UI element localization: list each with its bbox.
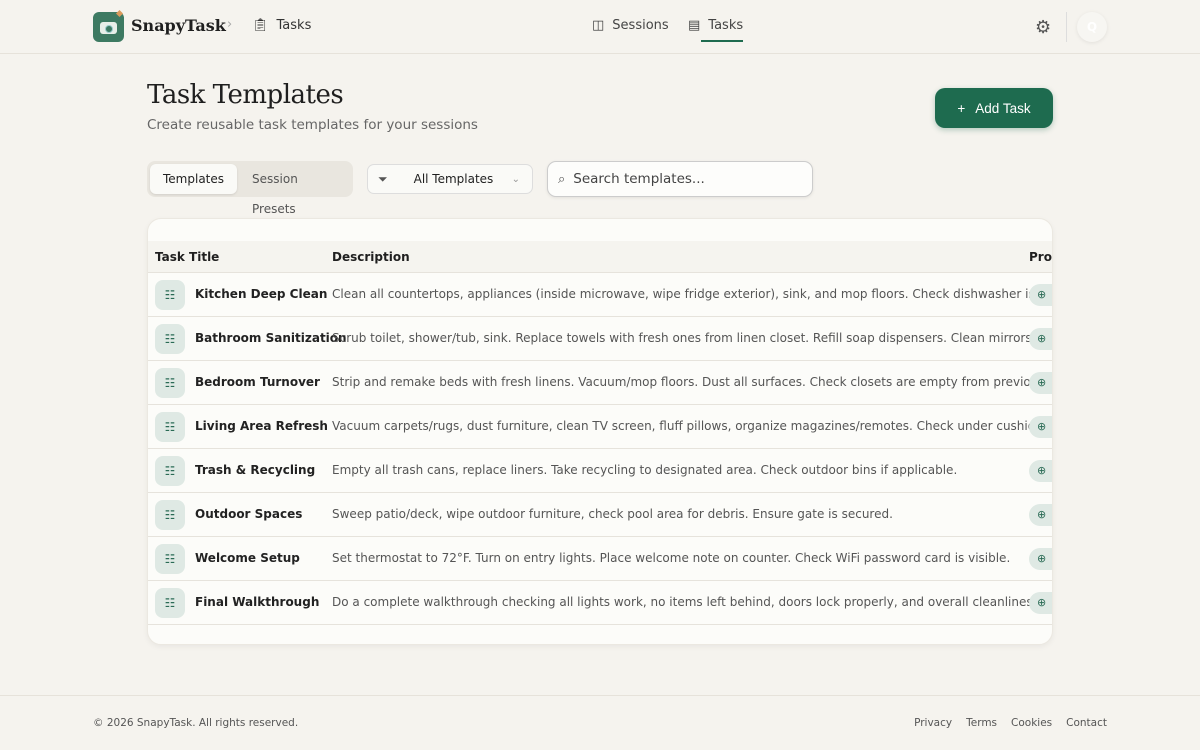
- tab-templates[interactable]: Templates: [150, 164, 237, 194]
- search-input[interactable]: [573, 171, 793, 187]
- task-title: Living Area Refresh: [195, 419, 328, 433]
- task-description: Sweep patio/deck, wipe outdoor furniture…: [332, 507, 893, 521]
- globe-icon[interactable]: ⊕: [1029, 548, 1053, 570]
- chevron-down-icon: ⌄: [512, 174, 520, 185]
- search-box: ⌕: [547, 161, 813, 197]
- globe-icon[interactable]: ⊕: [1029, 328, 1053, 350]
- task-description: Vacuum carpets/rugs, dust furniture, cle…: [332, 419, 1053, 433]
- table-row[interactable]: ☷ Kitchen Deep Clean Clean all counterto…: [148, 273, 1053, 317]
- page-subtitle: Create reusable task templates for your …: [147, 117, 478, 133]
- checklist-icon: ☷: [155, 324, 185, 354]
- table-row[interactable]: ☷ Living Area Refresh Vacuum carpets/rug…: [148, 405, 1053, 449]
- table-row[interactable]: ☷ Final Walkthrough Do a complete walkth…: [148, 581, 1053, 625]
- breadcrumb: 📋︎ Tasks: [252, 18, 311, 33]
- task-title: Kitchen Deep Clean: [195, 287, 327, 301]
- column-header[interactable]: Task Title: [155, 250, 219, 264]
- task-description: Strip and remake beds with fresh linens.…: [332, 375, 1053, 389]
- column-header[interactable]: Description: [332, 250, 410, 264]
- task-description: Clean all countertops, appliances (insid…: [332, 287, 1053, 301]
- task-title: Bathroom Sanitization: [195, 331, 347, 345]
- globe-icon[interactable]: ⊕: [1029, 504, 1053, 526]
- globe-icon[interactable]: ⊕: [1029, 592, 1053, 614]
- filter-icon: ⏷: [378, 172, 388, 187]
- checklist-icon: ☷: [155, 500, 185, 530]
- table-row[interactable]: ☷ Bathroom Sanitization Scrub toilet, sh…: [148, 317, 1053, 361]
- footer-link-contact[interactable]: Contact: [1066, 717, 1107, 729]
- search-icon: ⌕: [558, 172, 565, 187]
- task-title: Bedroom Turnover: [195, 375, 320, 389]
- filter-select[interactable]: ⏷ All Templates ⌄: [367, 164, 533, 194]
- clipboard-icon: ▤: [688, 18, 700, 33]
- task-title: Final Walkthrough: [195, 595, 319, 609]
- checklist-icon: ☷: [155, 456, 185, 486]
- add-task-label: Add Task: [975, 101, 1030, 116]
- task-title: Outdoor Spaces: [195, 507, 302, 521]
- nav-label: Tasks: [708, 18, 743, 33]
- task-title: Welcome Setup: [195, 551, 300, 565]
- table-row[interactable]: ☷ Bedroom Turnover Strip and remake beds…: [148, 361, 1053, 405]
- clipboard-icon: 📋︎: [252, 18, 269, 33]
- globe-icon[interactable]: ⊕: [1029, 372, 1053, 394]
- templates-table: Task Title Description Prop ☷ Kitchen De…: [147, 218, 1053, 645]
- nav-tasks[interactable]: ▤ Tasks: [688, 18, 743, 33]
- task-description: Scrub toilet, shower/tub, sink. Replace …: [332, 331, 1035, 345]
- footer-link-terms[interactable]: Terms: [966, 717, 997, 729]
- top-header: SnapyTask › 📋︎ Tasks ◫ Sessions ▤ Tasks ⚙ Q: [0, 0, 1200, 54]
- checklist-icon: ☷: [155, 280, 185, 310]
- view-tabs: Templates Session Presets: [147, 161, 353, 197]
- table-row[interactable]: ☷ Welcome Setup Set thermostat to 72°F. …: [148, 537, 1053, 581]
- nav-sessions[interactable]: ◫ Sessions: [592, 18, 669, 33]
- plus-icon: +: [957, 101, 965, 116]
- gear-icon[interactable]: ⚙: [1035, 17, 1051, 38]
- divider: [1066, 12, 1067, 42]
- copyright: © 2026 SnapyTask. All rights reserved.: [93, 717, 298, 729]
- avatar[interactable]: Q: [1077, 12, 1107, 42]
- breadcrumb-label: Tasks: [277, 18, 312, 33]
- brand-name[interactable]: SnapyTask: [131, 16, 226, 35]
- checklist-icon: ☷: [155, 588, 185, 618]
- page-title: Task Templates: [147, 80, 343, 110]
- task-description: Do a complete walkthrough checking all l…: [332, 595, 1043, 609]
- checklist-icon: ☷: [155, 412, 185, 442]
- task-description: Set thermostat to 72°F. Turn on entry li…: [332, 551, 1010, 565]
- nav-label: Sessions: [612, 18, 668, 33]
- table-header: Task Title Description Prop: [148, 241, 1053, 273]
- column-header[interactable]: Prop: [1029, 250, 1053, 264]
- table-row[interactable]: ☷ Outdoor Spaces Sweep patio/deck, wipe …: [148, 493, 1053, 537]
- task-title: Trash & Recycling: [195, 463, 315, 477]
- globe-icon[interactable]: ⊕: [1029, 460, 1053, 482]
- globe-icon[interactable]: ⊕: [1029, 416, 1053, 438]
- checklist-icon: ☷: [155, 368, 185, 398]
- table-row[interactable]: ☷ Trash & Recycling Empty all trash cans…: [148, 449, 1053, 493]
- footer-link-cookies[interactable]: Cookies: [1011, 717, 1052, 729]
- add-task-button[interactable]: + Add Task: [935, 88, 1053, 128]
- task-description: Empty all trash cans, replace liners. Ta…: [332, 463, 957, 477]
- checklist-icon: ☷: [155, 544, 185, 574]
- globe-icon[interactable]: ⊕: [1029, 284, 1053, 306]
- filter-value: All Templates: [414, 172, 494, 186]
- camera-icon: ◫: [592, 18, 604, 33]
- tab-session-presets[interactable]: Session Presets: [239, 164, 350, 194]
- footer-link-privacy[interactable]: Privacy: [914, 717, 952, 729]
- footer: © 2026 SnapyTask. All rights reserved. P…: [0, 695, 1200, 750]
- chevron-right-icon: ›: [227, 17, 232, 32]
